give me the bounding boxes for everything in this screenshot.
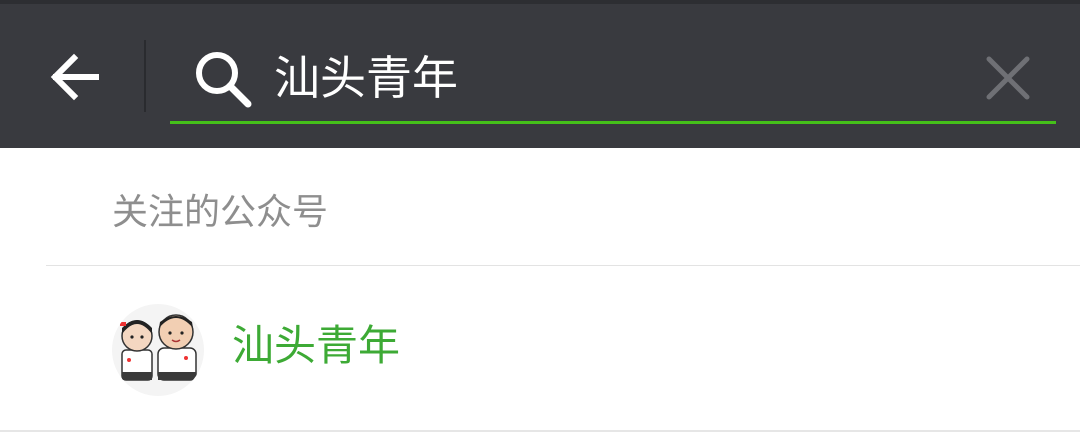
back-button[interactable] xyxy=(40,44,110,110)
close-icon xyxy=(986,56,1030,100)
top-bar xyxy=(0,0,1080,148)
arrow-left-icon xyxy=(50,53,99,101)
account-name: 汕头青年 xyxy=(232,321,401,370)
account-avatar xyxy=(112,304,204,396)
search-input[interactable] xyxy=(274,40,954,116)
header-divider xyxy=(144,40,146,112)
followed-accounts-section-header: 关注的公众号 xyxy=(0,148,1080,265)
clear-search-button[interactable] xyxy=(978,50,1038,106)
search-icon xyxy=(196,52,252,108)
section-title: 关注的公众号 xyxy=(112,192,329,233)
search-bar xyxy=(170,30,1056,124)
bottom-divider xyxy=(0,430,1080,432)
result-item[interactable]: 汕头青年 xyxy=(0,266,1080,428)
top-bar-edge xyxy=(0,0,1080,4)
cartoon-couple-avatar-icon xyxy=(120,314,197,381)
